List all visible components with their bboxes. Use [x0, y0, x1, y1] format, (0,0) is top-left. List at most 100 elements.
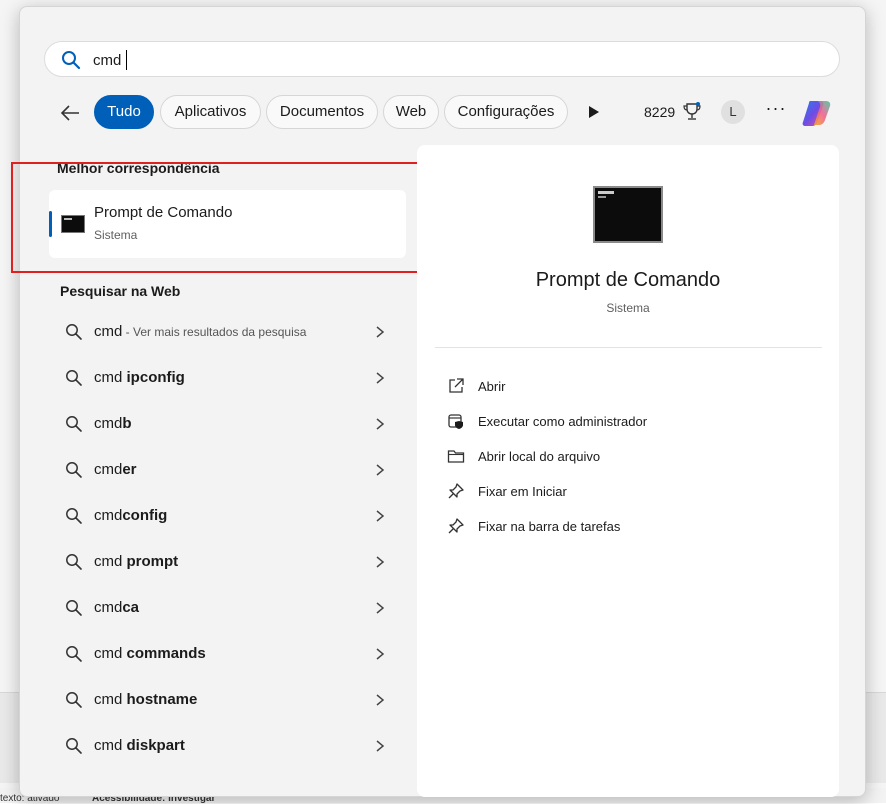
tab-tudo[interactable]: Tudo — [94, 95, 154, 129]
chevron-right-icon[interactable] — [374, 324, 386, 340]
suggestion-prefix: cmd — [94, 553, 127, 570]
web-suggestion-item[interactable]: cmder — [49, 450, 406, 490]
web-suggestion-text: cmd commands — [94, 645, 206, 662]
tab-configuracoes[interactable]: Configurações — [444, 95, 568, 129]
chevron-right-icon[interactable] — [374, 370, 386, 386]
shield-admin-icon — [448, 414, 463, 429]
web-suggestion-item[interactable]: cmd prompt — [49, 542, 406, 582]
suggestion-prefix: cmd — [94, 507, 123, 524]
action-pin-to-taskbar-label: Fixar na barra de tarefas — [478, 519, 621, 534]
highlight-box — [11, 162, 429, 273]
web-suggestion-item[interactable]: cmd - Ver mais resultados da pesquisa — [49, 312, 406, 352]
web-suggestion-text: cmdb — [94, 415, 132, 432]
chevron-right-icon[interactable] — [374, 600, 386, 616]
start-search-flyout: Tudo Aplicativos Documentos Web Configur… — [11, 6, 867, 797]
pin-icon — [448, 518, 464, 534]
suggestion-completion: ca — [122, 599, 140, 616]
details-pane: Prompt de Comando Sistema Abrir Executar… — [417, 145, 839, 797]
suggestion-completion: config — [122, 507, 168, 524]
search-icon — [66, 416, 82, 432]
search-icon — [66, 462, 82, 478]
avatar[interactable]: L — [721, 100, 745, 124]
results-list: Melhor correspondência Prompt de Comando… — [11, 137, 429, 797]
search-icon — [66, 324, 82, 340]
text-caret — [126, 50, 127, 70]
copilot-icon[interactable] — [800, 98, 834, 128]
action-pin-to-taskbar[interactable]: Fixar na barra de tarefas — [443, 511, 823, 541]
action-open-file-location[interactable]: Abrir local do arquivo — [443, 441, 823, 471]
web-suggestion-text: cmd prompt — [94, 553, 178, 570]
suggestion-prefix: cmd — [94, 645, 127, 662]
suggestion-hint: - Ver mais resultados da pesquisa — [122, 325, 307, 339]
filter-bar: Tudo Aplicativos Documentos Web Configur… — [20, 95, 867, 131]
tab-aplicativos[interactable]: Aplicativos — [160, 95, 261, 129]
search-icon — [66, 692, 82, 708]
suggestion-completion: hostname — [126, 691, 198, 708]
web-suggestion-item[interactable]: cmd hostname — [49, 680, 406, 720]
suggestion-completion: prompt — [126, 553, 179, 570]
suggestion-prefix: cmd — [94, 461, 123, 478]
suggestion-prefix: cmd — [94, 369, 127, 386]
rewards-points[interactable]: 8229 — [644, 104, 675, 120]
suggestion-prefix: cmd — [94, 323, 123, 340]
search-icon — [62, 51, 81, 70]
details-divider — [435, 347, 822, 348]
web-suggestion-item[interactable]: cmd commands — [49, 634, 406, 674]
web-suggestion-item[interactable]: cmdb — [49, 404, 406, 444]
web-suggestion-text: cmd - Ver mais resultados da pesquisa — [94, 323, 306, 340]
pin-icon — [448, 483, 464, 499]
command-prompt-large-icon — [593, 186, 663, 243]
web-suggestion-text: cmd hostname — [94, 691, 197, 708]
suggestion-completion: b — [122, 415, 132, 432]
suggestion-completion: commands — [126, 645, 206, 662]
action-pin-to-start-label: Fixar em Iniciar — [478, 484, 567, 499]
search-icon — [66, 370, 82, 386]
back-arrow-icon[interactable] — [58, 101, 82, 125]
suggestion-completion: ipconfig — [126, 369, 185, 386]
action-open-label: Abrir — [478, 379, 506, 394]
web-search-heading: Pesquisar na Web — [60, 283, 181, 299]
tab-documentos[interactable]: Documentos — [266, 95, 378, 129]
action-run-as-admin-label: Executar como administrador — [478, 414, 648, 429]
chevron-right-icon[interactable] — [374, 462, 386, 478]
suggestion-completion: diskpart — [126, 737, 185, 754]
web-suggestion-text: cmd diskpart — [94, 737, 185, 754]
web-suggestion-item[interactable]: cmd diskpart — [49, 726, 406, 766]
chevron-right-icon[interactable] — [374, 416, 386, 432]
action-open[interactable]: Abrir — [443, 371, 823, 401]
details-subtitle: Sistema — [606, 301, 650, 315]
trophy-icon[interactable] — [683, 101, 701, 123]
suggestion-prefix: cmd — [94, 691, 127, 708]
search-input[interactable] — [93, 50, 793, 70]
scroll-right-icon[interactable] — [588, 105, 600, 119]
suggestion-prefix: cmd — [94, 599, 123, 616]
search-icon — [66, 508, 82, 524]
details-title: Prompt de Comando — [535, 269, 721, 291]
folder-icon — [447, 450, 465, 463]
action-run-as-admin[interactable]: Executar como administrador — [443, 406, 823, 436]
suggestion-completion: er — [122, 461, 137, 478]
web-suggestion-text: cmder — [94, 461, 137, 478]
suggestion-prefix: cmd — [94, 737, 127, 754]
chevron-right-icon[interactable] — [374, 738, 386, 754]
chevron-right-icon[interactable] — [374, 508, 386, 524]
more-options-button[interactable]: ··· — [764, 99, 788, 123]
search-icon — [66, 646, 82, 662]
tab-web[interactable]: Web — [383, 95, 439, 129]
chevron-right-icon[interactable] — [374, 646, 386, 662]
action-pin-to-start[interactable]: Fixar em Iniciar — [443, 476, 823, 506]
web-suggestion-text: cmd ipconfig — [94, 369, 185, 386]
open-external-icon — [449, 378, 464, 393]
action-open-file-location-label: Abrir local do arquivo — [478, 449, 601, 464]
chevron-right-icon[interactable] — [374, 554, 386, 570]
web-suggestion-text: cmdca — [94, 599, 139, 616]
search-icon — [66, 554, 82, 570]
search-icon — [66, 600, 82, 616]
web-suggestion-text: cmdconfig — [94, 507, 167, 524]
search-box[interactable] — [44, 41, 840, 77]
suggestion-prefix: cmd — [94, 415, 123, 432]
web-suggestion-item[interactable]: cmdconfig — [49, 496, 406, 536]
web-suggestion-item[interactable]: cmdca — [49, 588, 406, 628]
chevron-right-icon[interactable] — [374, 692, 386, 708]
web-suggestion-item[interactable]: cmd ipconfig — [49, 358, 406, 398]
